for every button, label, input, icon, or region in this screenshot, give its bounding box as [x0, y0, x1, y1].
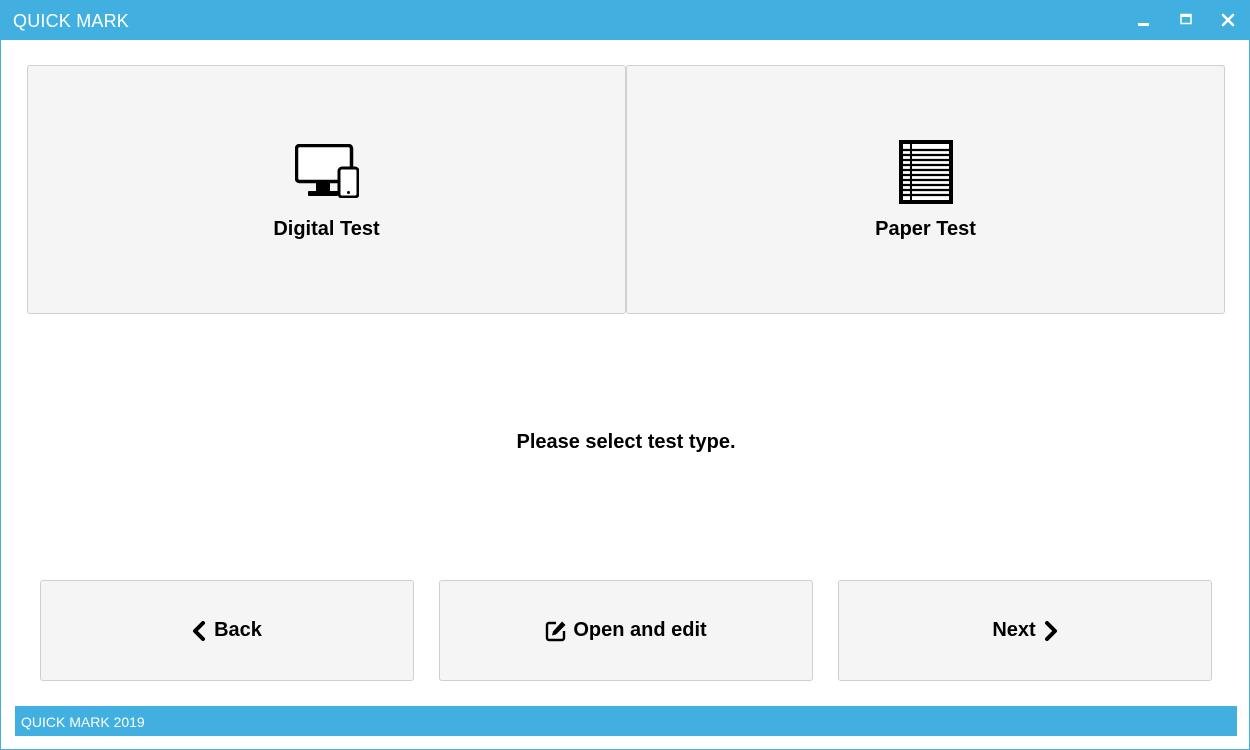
paper-sheet-icon — [898, 140, 953, 204]
next-button[interactable]: Next — [838, 580, 1212, 681]
maximize-button[interactable] — [1172, 7, 1200, 33]
devices-icon — [294, 144, 359, 198]
edit-icon — [545, 620, 567, 642]
digital-test-label: Digital Test — [273, 218, 380, 240]
paper-test-label: Paper Test — [875, 218, 976, 240]
close-icon — [1221, 13, 1235, 27]
open-and-edit-button[interactable]: Open and edit — [439, 580, 813, 681]
title-bar: QUICK MARK — [1, 1, 1250, 40]
footer-text: QUICK MARK 2019 — [21, 714, 145, 730]
back-button-label: Back — [214, 619, 262, 641]
chevron-right-icon — [1044, 620, 1058, 641]
open-and-edit-label: Open and edit — [573, 619, 707, 641]
minimize-icon — [1138, 23, 1149, 26]
maximize-icon — [1180, 13, 1192, 25]
status-footer: QUICK MARK 2019 — [15, 706, 1237, 736]
app-title: QUICK MARK — [13, 11, 130, 31]
back-button[interactable]: Back — [40, 580, 414, 681]
chevron-left-icon — [192, 620, 206, 641]
app-window: QUICK MARK Digital Test Paper Test Pleas… — [0, 0, 1250, 750]
paper-test-card[interactable]: Paper Test — [626, 65, 1225, 314]
select-test-type-prompt: Please select test type. — [516, 431, 736, 453]
minimize-button[interactable] — [1130, 7, 1158, 33]
close-button[interactable] — [1214, 7, 1242, 33]
next-button-label: Next — [992, 619, 1036, 641]
digital-test-card[interactable]: Digital Test — [27, 65, 626, 314]
